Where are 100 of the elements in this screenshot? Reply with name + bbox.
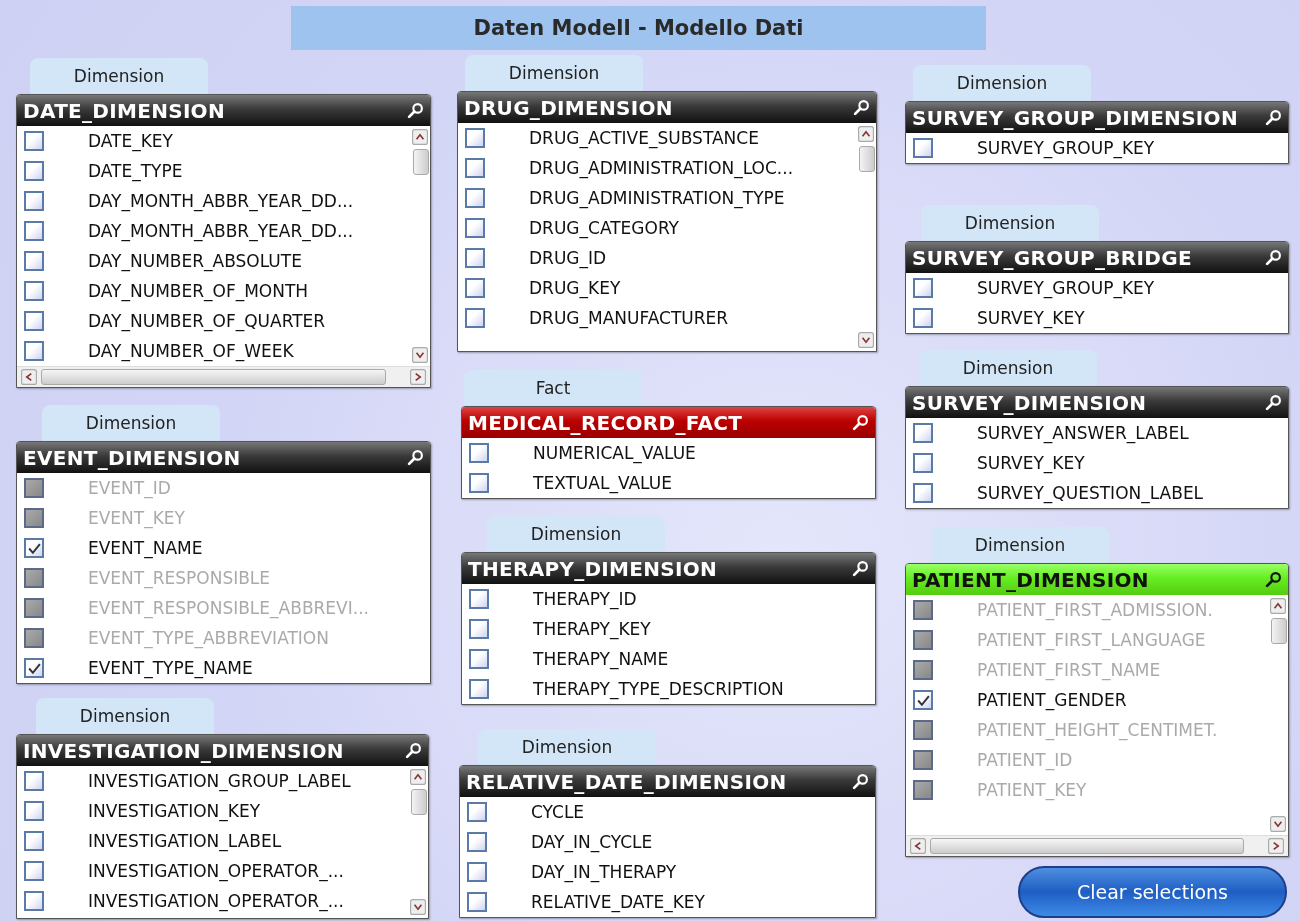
field-row[interactable]: DRUG_MANUFACTURER	[458, 303, 856, 333]
search-icon[interactable]	[852, 773, 869, 790]
scroll-thumb[interactable]	[930, 838, 1244, 854]
search-icon[interactable]	[853, 99, 870, 116]
field-row[interactable]: THERAPY_ID	[462, 584, 875, 614]
checkbox[interactable]	[913, 278, 933, 298]
table-header[interactable]: SURVEY_DIMENSION	[906, 387, 1288, 418]
checkbox[interactable]	[24, 191, 44, 211]
scroll-up-icon[interactable]	[410, 769, 426, 785]
search-icon[interactable]	[405, 742, 422, 759]
field-row[interactable]: INVESTIGATION_GROUP_LABEL	[17, 766, 408, 796]
checkbox[interactable]	[467, 892, 487, 912]
scroll-down-icon[interactable]	[410, 899, 426, 915]
field-row[interactable]: SURVEY_GROUP_KEY	[906, 273, 1288, 303]
field-row[interactable]: PATIENT_GENDER	[906, 685, 1268, 715]
vertical-scrollbar[interactable]	[856, 123, 876, 351]
field-row[interactable]: SURVEY_KEY	[906, 303, 1288, 333]
horizontal-scrollbar[interactable]	[906, 835, 1288, 856]
vertical-scrollbar[interactable]	[1268, 595, 1288, 835]
field-row[interactable]: DRUG_CATEGORY	[458, 213, 856, 243]
field-row[interactable]: DAY_NUMBER_OF_WEEK	[17, 336, 410, 366]
checkbox[interactable]	[24, 538, 44, 558]
table-header[interactable]: MEDICAL_RECORD_FACT	[462, 407, 875, 438]
vertical-scrollbar[interactable]	[410, 126, 430, 366]
checkbox[interactable]	[24, 311, 44, 331]
search-icon[interactable]	[1265, 109, 1282, 126]
scroll-thumb[interactable]	[411, 789, 427, 815]
field-row[interactable]: CYCLE	[460, 797, 875, 827]
search-icon[interactable]	[1265, 394, 1282, 411]
field-row[interactable]: THERAPY_NAME	[462, 644, 875, 674]
field-row[interactable]: SURVEY_QUESTION_LABEL	[906, 478, 1288, 508]
checkbox[interactable]	[469, 679, 489, 699]
scroll-left-icon[interactable]	[21, 369, 37, 385]
checkbox[interactable]	[469, 589, 489, 609]
scroll-left-icon[interactable]	[910, 838, 926, 854]
table-header[interactable]: RELATIVE_DATE_DIMENSION	[460, 766, 875, 797]
checkbox[interactable]	[469, 649, 489, 669]
checkbox[interactable]	[465, 128, 485, 148]
scroll-thumb[interactable]	[1271, 618, 1287, 644]
field-row[interactable]: DRUG_ID	[458, 243, 856, 273]
clear-selections-button[interactable]: Clear selections	[1018, 866, 1287, 918]
field-row[interactable]: DRUG_ADMINISTRATION_LOC...	[458, 153, 856, 183]
scroll-up-icon[interactable]	[858, 126, 874, 142]
field-row[interactable]: NUMERICAL_VALUE	[462, 438, 875, 468]
field-row[interactable]: INVESTIGATION_OPERATOR_...	[17, 856, 408, 886]
field-row[interactable]: DAY_NUMBER_OF_QUARTER	[17, 306, 410, 336]
scroll-thumb[interactable]	[859, 146, 875, 172]
field-row[interactable]: DAY_MONTH_ABBR_YEAR_DD...	[17, 216, 410, 246]
table-header[interactable]: THERAPY_DIMENSION	[462, 553, 875, 584]
search-icon[interactable]	[1265, 571, 1282, 588]
checkbox[interactable]	[467, 802, 487, 822]
checkbox[interactable]	[913, 453, 933, 473]
field-row[interactable]: DAY_IN_CYCLE	[460, 827, 875, 857]
scroll-right-icon[interactable]	[410, 369, 426, 385]
table-header[interactable]: PATIENT_DIMENSION	[906, 564, 1288, 595]
checkbox[interactable]	[24, 131, 44, 151]
field-row[interactable]: DAY_NUMBER_OF_MONTH	[17, 276, 410, 306]
checkbox[interactable]	[24, 801, 44, 821]
checkbox[interactable]	[465, 188, 485, 208]
checkbox[interactable]	[465, 278, 485, 298]
checkbox[interactable]	[465, 308, 485, 328]
search-icon[interactable]	[852, 414, 869, 431]
checkbox[interactable]	[467, 862, 487, 882]
field-row[interactable]: DRUG_ACTIVE_SUBSTANCE	[458, 123, 856, 153]
field-row[interactable]: DRUG_KEY	[458, 273, 856, 303]
vertical-scrollbar[interactable]	[408, 766, 428, 918]
search-icon[interactable]	[407, 102, 424, 119]
scroll-thumb[interactable]	[41, 369, 386, 385]
checkbox[interactable]	[469, 619, 489, 639]
search-icon[interactable]	[1265, 249, 1282, 266]
field-row[interactable]: SURVEY_GROUP_KEY	[906, 133, 1288, 163]
checkbox[interactable]	[913, 423, 933, 443]
scroll-down-icon[interactable]	[412, 347, 428, 363]
table-header[interactable]: SURVEY_GROUP_DIMENSION	[906, 102, 1288, 133]
table-header[interactable]: INVESTIGATION_DIMENSION	[17, 735, 428, 766]
search-icon[interactable]	[852, 560, 869, 577]
scroll-up-icon[interactable]	[412, 129, 428, 145]
search-icon[interactable]	[407, 449, 424, 466]
checkbox[interactable]	[24, 221, 44, 241]
field-row[interactable]: INVESTIGATION_OPERATOR_...	[17, 886, 408, 916]
field-row[interactable]: INVESTIGATION_KEY	[17, 796, 408, 826]
field-row[interactable]: EVENT_TYPE_NAME	[17, 653, 430, 683]
field-row[interactable]: THERAPY_KEY	[462, 614, 875, 644]
field-row[interactable]: INVESTIGATION_LABEL	[17, 826, 408, 856]
checkbox[interactable]	[467, 832, 487, 852]
checkbox[interactable]	[469, 473, 489, 493]
field-row[interactable]: DAY_IN_THERAPY	[460, 857, 875, 887]
field-row[interactable]: SURVEY_ANSWER_LABEL	[906, 418, 1288, 448]
scroll-right-icon[interactable]	[1268, 838, 1284, 854]
field-row[interactable]: THERAPY_TYPE_DESCRIPTION	[462, 674, 875, 704]
checkbox[interactable]	[469, 443, 489, 463]
field-row[interactable]: SURVEY_KEY	[906, 448, 1288, 478]
checkbox[interactable]	[913, 308, 933, 328]
table-header[interactable]: EVENT_DIMENSION	[17, 442, 430, 473]
field-row[interactable]: DATE_KEY	[17, 126, 410, 156]
scroll-up-icon[interactable]	[1270, 598, 1286, 614]
checkbox[interactable]	[465, 218, 485, 238]
table-header[interactable]: DRUG_DIMENSION	[458, 92, 876, 123]
scroll-thumb[interactable]	[413, 149, 429, 175]
field-row[interactable]: EVENT_NAME	[17, 533, 430, 563]
